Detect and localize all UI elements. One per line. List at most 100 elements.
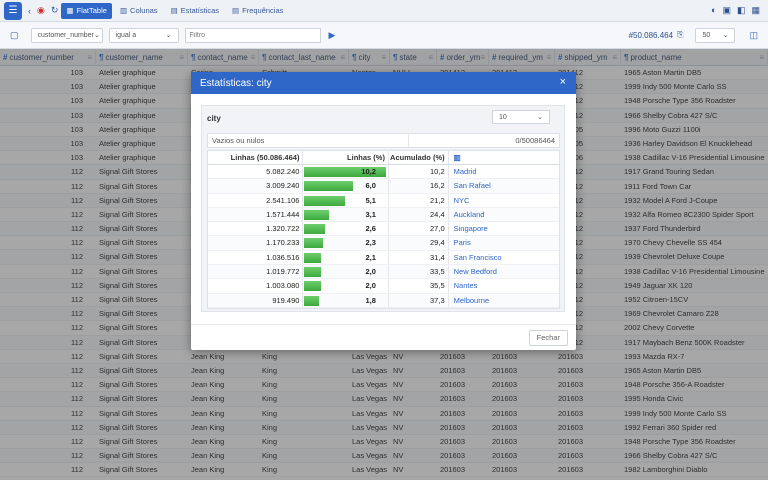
stats-field-row: city 10 ⌄	[202, 106, 564, 130]
chevron-down-icon: ⌄	[93, 32, 100, 39]
table-icon: ▥	[453, 153, 461, 162]
refresh-icon[interactable]: ↻	[51, 5, 59, 16]
stat-bar	[304, 281, 321, 292]
header-pct: Linhas (%)	[303, 151, 389, 164]
stat-value-link[interactable]: Nantes	[449, 279, 559, 292]
stats-row: 1.571.444 3,1 24,4 Auckland	[208, 207, 559, 223]
header-rows: Linhas (50.086.464)	[208, 151, 304, 164]
stat-value-link[interactable]: San Francisco	[449, 251, 559, 264]
export-icon[interactable]: ⎘	[677, 30, 683, 40]
stats-row: 1.320.722 2,6 27,0 Singapore	[208, 222, 559, 237]
stat-cum: 27,0	[389, 222, 449, 236]
header-value: ▥	[449, 151, 559, 164]
play-icon[interactable]: ▶	[329, 30, 336, 41]
stat-rows: 1.170.233	[208, 236, 304, 250]
empty-values-row: Vazios ou nulos 0/50086464	[207, 133, 560, 148]
filter-toggle-icon[interactable]: ▢	[10, 30, 19, 41]
stat-bar	[304, 295, 319, 306]
chat-icon[interactable]: ▣	[722, 5, 731, 16]
stat-value-link[interactable]: Madrid	[449, 165, 559, 178]
stat-pct-cell: 2,3	[303, 236, 389, 250]
stat-bar	[304, 267, 321, 278]
top-toolbar: ☰ ‹ ◉ ↻ ▦ FlatTable ▥ Colunas ▤ Estatística…	[0, 0, 768, 22]
stats-row: 3.009.240 6,0 16,2 San Rafael	[208, 179, 559, 194]
stat-pct-cell: 2,6	[303, 222, 389, 236]
stat-cum: 24,4	[389, 207, 449, 222]
stat-value-link[interactable]: New Bedford	[449, 265, 559, 278]
stat-pct: 6,0	[365, 181, 376, 191]
stat-value-link[interactable]: Auckland	[449, 208, 559, 221]
stop-icon[interactable]: ◉	[37, 5, 45, 16]
tab-flattable[interactable]: ▦ FlatTable	[61, 2, 112, 19]
dialog-title: Estatísticas: city	[200, 77, 272, 89]
row-count: #50.086.464	[628, 30, 674, 40]
stat-rows: 1.036.516	[208, 250, 304, 265]
columns-icon: ▥	[119, 6, 128, 15]
stat-pct-cell: 10,2	[303, 165, 389, 179]
tab-estatisticas[interactable]: ▤ Estatísticas	[166, 3, 224, 19]
stat-bar	[304, 209, 330, 220]
stat-rows: 2.541.106	[208, 193, 304, 207]
stat-cum: 35,5	[389, 279, 449, 293]
chevron-down-icon: ⌄	[165, 32, 172, 39]
close-icon[interactable]: ×	[560, 76, 566, 88]
stats-table: Linhas (50.086.464) Linhas (%) Acumulado…	[207, 150, 560, 309]
filter-column-select[interactable]: customer_number ⌄	[30, 27, 103, 43]
page-size-select[interactable]: 50 ⌄	[695, 27, 736, 43]
stats-row: 1.003.080 2,0 35,5 Nantes	[208, 279, 559, 294]
panel-icon[interactable]: ◫	[749, 30, 758, 41]
stat-bar	[304, 195, 346, 206]
stat-rows: 1.571.444	[208, 207, 304, 222]
filter-operator-select[interactable]: igual a ⌄	[108, 27, 179, 43]
stat-pct-cell: 5,1	[303, 193, 389, 207]
stat-bar	[304, 181, 353, 192]
stat-pct-cell: 2,0	[303, 279, 389, 293]
table-icon: ▦	[66, 6, 74, 15]
stat-bar	[304, 238, 323, 249]
stat-cum: 31,4	[389, 250, 449, 265]
stat-pct: 1,8	[365, 295, 376, 305]
field-name: city	[207, 113, 221, 123]
menu-icon[interactable]: ☰	[4, 1, 22, 20]
stat-cum: 10,2	[389, 165, 449, 179]
tab-frequencias[interactable]: ▤ Frequências	[227, 3, 288, 19]
stat-pct-cell: 1,8	[303, 293, 389, 307]
stat-pct-cell: 6,0	[303, 179, 389, 193]
tab-colunas[interactable]: ▥ Colunas	[115, 3, 163, 19]
chevron-down-icon: ⌄	[537, 114, 543, 121]
stat-value-link[interactable]: San Rafael	[449, 179, 559, 192]
header-cum: Acumulado (%)	[389, 151, 449, 164]
stat-value-link[interactable]: Melbourne	[449, 294, 559, 307]
eye-icon[interactable]: ◐	[711, 5, 716, 16]
top-n-select[interactable]: 10 ⌄	[492, 110, 550, 124]
filter-bar: ▢ customer_number⌄ igual a⌄ ▶ #50.086.46…	[0, 22, 768, 49]
close-button[interactable]: Fechar	[528, 330, 568, 346]
stat-pct: 10,2	[361, 167, 376, 176]
stat-rows: 3.009.240	[208, 179, 304, 193]
dialog-header: Estatísticas: city ×	[191, 72, 576, 94]
back-icon[interactable]: ‹	[28, 6, 31, 16]
stat-pct: 2,6	[365, 224, 376, 234]
stat-pct-cell: 2,1	[303, 250, 389, 265]
stat-pct: 2,3	[365, 238, 376, 248]
layers-icon[interactable]: ◧	[737, 5, 746, 16]
filter-input[interactable]	[184, 27, 321, 43]
stat-cum: 16,2	[389, 179, 449, 193]
divider	[408, 134, 409, 147]
dialog-footer: Fechar	[191, 324, 576, 350]
stat-value-link[interactable]: NYC	[449, 194, 559, 207]
stat-value-link[interactable]: Paris	[449, 236, 559, 249]
statistics-dialog: Estatísticas: city × city 10 ⌄ Vazios ou …	[191, 72, 576, 350]
stat-value-link[interactable]: Singapore	[449, 222, 559, 235]
stat-pct: 5,1	[365, 195, 376, 205]
grid-icon[interactable]: ▦	[751, 5, 760, 16]
stat-cum: 29,4	[389, 236, 449, 250]
stat-pct: 2,0	[365, 267, 376, 277]
stat-pct-cell: 3,1	[303, 207, 389, 222]
stats-icon: ▤	[170, 6, 178, 15]
stat-pct: 2,0	[365, 281, 376, 291]
stat-cum: 33,5	[389, 265, 449, 279]
stat-cum: 21,2	[389, 193, 449, 207]
stats-row: 1.019.772 2,0 33,5 New Bedford	[208, 265, 559, 280]
stat-bar	[304, 224, 326, 235]
